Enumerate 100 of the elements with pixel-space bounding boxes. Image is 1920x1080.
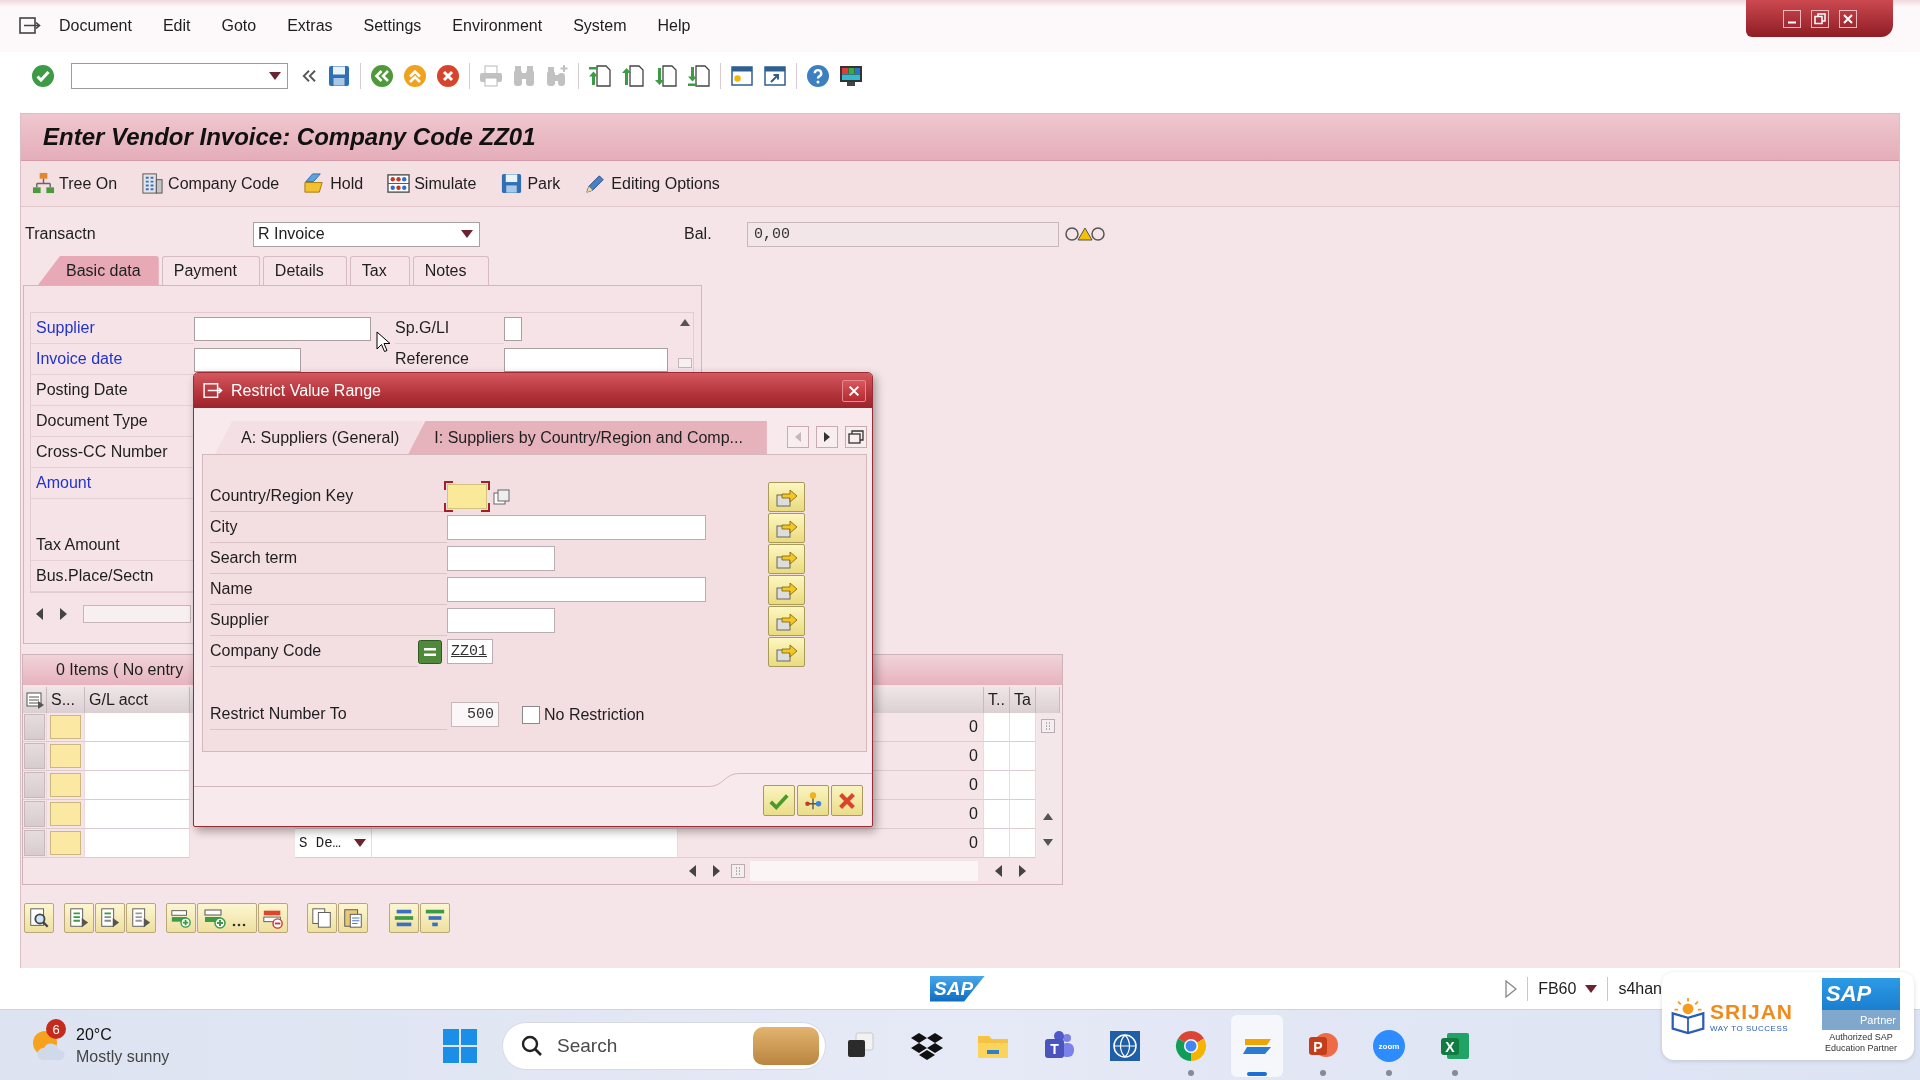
- toolbar-button[interactable]: [64, 903, 94, 933]
- tab[interactable]: Notes: [412, 256, 490, 285]
- toolbar-button[interactable]: [307, 903, 337, 933]
- input-field[interactable]: [447, 515, 706, 540]
- toolbar-button[interactable]: Tree On: [32, 168, 118, 199]
- arrow-up-icon[interactable]: [1043, 813, 1053, 820]
- input-field[interactable]: [1010, 829, 1035, 857]
- input-field[interactable]: [984, 713, 1009, 741]
- minimize-icon[interactable]: [1782, 9, 1801, 28]
- close-button[interactable]: [842, 379, 866, 402]
- input-field[interactable]: [984, 771, 1009, 799]
- menu-item[interactable]: Help: [657, 17, 691, 35]
- multiple-selection-button[interactable]: [797, 785, 829, 816]
- previous-page-icon[interactable]: [621, 64, 645, 88]
- scroll-right-button[interactable]: [816, 426, 838, 448]
- input-field[interactable]: [1010, 771, 1035, 799]
- tab[interactable]: Basic data: [38, 256, 159, 285]
- toolbar-button[interactable]: Editing Options: [584, 168, 720, 199]
- cancel-button[interactable]: [831, 785, 863, 816]
- equals-icon[interactable]: [418, 639, 442, 664]
- multiple-selection-button[interactable]: [768, 636, 805, 667]
- column-header[interactable]: Ta: [1010, 687, 1036, 713]
- arrow-left-icon[interactable]: [36, 608, 43, 620]
- transaction-dropdown[interactable]: R Invoice: [253, 221, 480, 247]
- next-page-icon[interactable]: [654, 64, 678, 88]
- up-chevrons-icon[interactable]: [403, 64, 427, 88]
- tiles-icon[interactable]: [442, 1028, 478, 1064]
- last-page-icon[interactable]: [687, 64, 711, 88]
- menu-item[interactable]: Document: [59, 17, 132, 35]
- save-icon[interactable]: [327, 64, 351, 88]
- toolbar-button[interactable]: [389, 903, 419, 933]
- checkbox-label[interactable]: No Restriction: [544, 705, 645, 724]
- input-field[interactable]: [984, 829, 1009, 857]
- toolbar-button[interactable]: [338, 903, 368, 933]
- tab[interactable]: Details: [262, 256, 347, 285]
- new-window-icon[interactable]: [730, 64, 754, 88]
- input-field[interactable]: [85, 742, 189, 770]
- scrollbar-thumb[interactable]: [677, 358, 692, 368]
- window-menu-icon[interactable]: [203, 381, 225, 400]
- multiple-selection-button[interactable]: [768, 574, 805, 605]
- input-field[interactable]: [984, 742, 1009, 770]
- back-icon[interactable]: [370, 64, 394, 88]
- toolbar-button[interactable]: [95, 903, 125, 933]
- checkbox[interactable]: [522, 705, 540, 724]
- tab[interactable]: A: Suppliers (General): [215, 421, 424, 454]
- taskbar-button[interactable]: X: [1429, 1015, 1481, 1077]
- input-field[interactable]: [85, 771, 189, 799]
- input-field[interactable]: [1010, 713, 1035, 741]
- input-field[interactable]: ZZ01: [447, 639, 493, 664]
- input-field[interactable]: [85, 800, 189, 828]
- scrollbar-track[interactable]: [83, 605, 191, 623]
- first-page-icon[interactable]: [588, 64, 612, 88]
- cancel-icon[interactable]: [436, 64, 460, 88]
- restore-icon[interactable]: [1810, 9, 1829, 28]
- arrow-right-icon[interactable]: [1019, 865, 1026, 877]
- confirm-button[interactable]: [763, 785, 795, 816]
- toolbar-button[interactable]: [24, 903, 54, 933]
- column-header[interactable]: S...: [47, 687, 85, 713]
- input-field[interactable]: [85, 713, 189, 741]
- menu-item[interactable]: Edit: [162, 17, 191, 35]
- input-field[interactable]: [984, 800, 1009, 828]
- caret-icon[interactable]: [1585, 984, 1598, 993]
- scrollbar-thumb[interactable]: [1041, 719, 1055, 733]
- menu-item[interactable]: Settings: [363, 17, 422, 35]
- toolbar-button[interactable]: [420, 903, 450, 933]
- scrollbar-thumb[interactable]: [731, 864, 745, 878]
- multiple-selection-button[interactable]: [768, 512, 805, 543]
- input-field[interactable]: 500: [451, 702, 499, 727]
- arrow-right-icon[interactable]: [713, 865, 720, 877]
- close-icon[interactable]: [1838, 9, 1857, 28]
- input-field[interactable]: [85, 829, 189, 857]
- input-field[interactable]: [444, 481, 490, 512]
- input-field[interactable]: [1010, 742, 1035, 770]
- multiple-selection-button[interactable]: [768, 543, 805, 574]
- input-field[interactable]: [447, 577, 706, 602]
- toolbar-button[interactable]: [126, 903, 156, 933]
- window-menu-icon[interactable]: [19, 16, 43, 36]
- tab-list-button[interactable]: [845, 426, 867, 448]
- input-field[interactable]: [447, 546, 555, 571]
- tab[interactable]: I: Suppliers by Country/Region and Comp...: [408, 421, 767, 454]
- input-field[interactable]: [1010, 800, 1035, 828]
- multiple-selection-button[interactable]: [768, 481, 805, 512]
- check-icon[interactable]: [31, 64, 55, 88]
- scroll-left-button[interactable]: [787, 426, 809, 448]
- dropdown-field[interactable]: S De…: [295, 829, 371, 857]
- tab[interactable]: Tax: [349, 256, 410, 285]
- taskbar-button[interactable]: P: [1297, 1015, 1349, 1077]
- toolbar-button[interactable]: Hold: [303, 168, 364, 199]
- multiple-selection-button[interactable]: [768, 605, 805, 636]
- column-header[interactable]: G/L acct: [85, 687, 190, 713]
- toolbar-button[interactable]: Park: [500, 168, 561, 199]
- menu-item[interactable]: Environment: [452, 17, 543, 35]
- monitor-icon[interactable]: [839, 64, 863, 88]
- arrow-down-icon[interactable]: [1043, 839, 1053, 846]
- caret-icon[interactable]: [269, 72, 281, 80]
- overlapping-squares-icon[interactable]: [493, 488, 510, 505]
- arrow-right-icon[interactable]: [60, 608, 67, 620]
- input-field[interactable]: [372, 829, 677, 857]
- command-field[interactable]: [71, 63, 288, 89]
- menu-item[interactable]: System: [573, 17, 627, 35]
